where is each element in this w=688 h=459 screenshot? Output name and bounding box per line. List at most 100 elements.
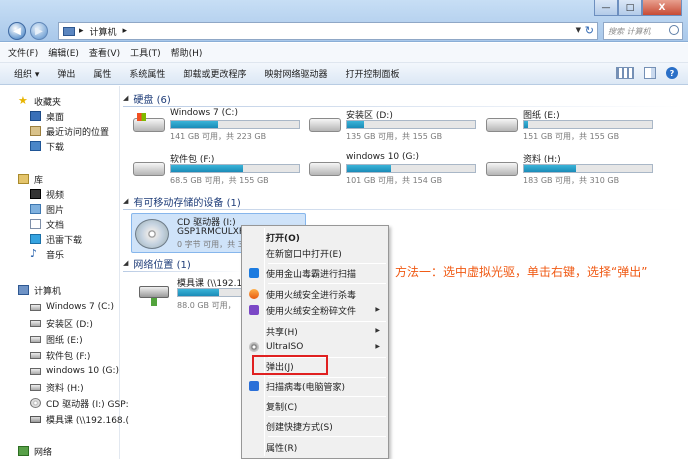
drive-size: 68.5 GB 可用，共 155 GB — [170, 176, 269, 185]
menu-file[interactable]: 文件(F) — [8, 46, 38, 59]
map-drive-button[interactable]: 映射网络驱动器 — [264, 67, 327, 80]
breadcrumb-computer[interactable]: 计算机 — [90, 25, 117, 38]
search-icon[interactable] — [669, 25, 679, 35]
network-drive-icon — [30, 415, 41, 423]
sidebar-item-drive-g[interactable]: windows 10 (G:) — [30, 364, 119, 378]
sidebar-item-documents[interactable]: 文档 — [30, 217, 64, 231]
drive-icon — [30, 351, 41, 359]
refresh-icon[interactable]: ↻ — [585, 24, 594, 37]
drive-tile-f[interactable]: 软件包 (F:) 68.5 GB 可用，共 155 GB — [125, 152, 305, 188]
menu-item-share[interactable]: 共享(H) ▶ — [244, 323, 386, 339]
sidebar-item-network-drive[interactable]: 模具课 (\\192.168.( — [30, 412, 129, 426]
menu-item-open-new-window[interactable]: 在新窗口中打开(E) — [244, 245, 386, 261]
video-icon — [30, 189, 41, 199]
breadcrumb-separator[interactable]: ▸ — [123, 26, 128, 36]
uninstall-button[interactable]: 卸载或更改程序 — [183, 67, 246, 80]
sidebar-item-label: windows 10 (G:) — [46, 366, 120, 376]
sidebar-item-drive-h[interactable]: 资料 (H:) — [30, 380, 84, 394]
drive-tile-e[interactable]: 图纸 (E:) 151 GB 可用，共 155 GB — [478, 108, 658, 144]
menu-item-label: 扫描病毒(电脑管家) — [266, 382, 346, 393]
desktop-icon — [30, 111, 41, 121]
recent-places-icon — [30, 126, 41, 136]
group-header-network[interactable]: ◢ 网络位置 (1) — [123, 256, 243, 272]
minimize-button[interactable]: — — [594, 0, 618, 16]
menu-help[interactable]: 帮助(H) — [171, 46, 203, 59]
organize-button[interactable]: 组织 ▾ — [14, 67, 39, 80]
menu-item-label: 使用金山毒霸进行扫描 — [266, 269, 357, 280]
drive-tile-c[interactable]: Windows 7 (C:) 141 GB 可用，共 223 GB — [125, 108, 305, 144]
collapse-icon[interactable]: ◢ — [123, 259, 128, 267]
menu-item-huorong-kill[interactable]: 使用火绒安全进行杀毒 — [244, 286, 386, 302]
instruction-annotation: 方法一：选中虚拟光驱，单击右键，选择“弹出” — [395, 265, 648, 279]
menu-item-copy[interactable]: 复制(C) — [244, 398, 386, 414]
group-header-removable[interactable]: ◢ 有可移动存储的设备 (1) — [123, 194, 683, 210]
sidebar-item-drive-c[interactable]: Windows 7 (C:) — [30, 300, 114, 314]
sidebar-item-desktop[interactable]: 桌面 — [30, 109, 64, 123]
menu-item-properties[interactable]: 属性(R) — [244, 439, 386, 455]
view-options-icon[interactable] — [616, 67, 634, 79]
menu-item-jinshan-scan[interactable]: 使用金山毒霸进行扫描 — [244, 265, 386, 281]
sidebar-item-computer[interactable]: 计算机 — [18, 283, 61, 297]
collapse-icon[interactable]: ◢ — [123, 197, 128, 205]
menu-item-ultraiso[interactable]: UltraISO ▶ — [244, 339, 386, 355]
sidebar-item-xunlei[interactable]: 迅雷下载 — [30, 232, 82, 246]
sidebar-item-network[interactable]: 网络 — [18, 444, 52, 458]
back-button[interactable]: ◀ — [8, 22, 26, 40]
sidebar-item-libraries[interactable]: 库 — [18, 172, 43, 186]
sidebar-item-cd-drive[interactable]: CD 驱动器 (I:) GSP: — [30, 396, 129, 410]
eject-highlight-box — [252, 355, 328, 375]
menu-item-label: UltraISO — [266, 342, 304, 352]
drive-size: 151 GB 可用，共 155 GB — [523, 132, 620, 141]
submenu-arrow-icon: ▶ — [375, 343, 380, 350]
menu-edit[interactable]: 编辑(E) — [48, 46, 79, 59]
address-bar[interactable]: ▸ 计算机 ▸ ▼ ↻ — [58, 22, 598, 40]
maximize-button[interactable]: □ — [618, 0, 642, 16]
menu-view[interactable]: 查看(V) — [89, 46, 120, 59]
forward-button[interactable]: ▶ — [30, 22, 48, 40]
drive-size: 135 GB 可用，共 155 GB — [346, 132, 443, 141]
menu-tools[interactable]: 工具(T) — [130, 46, 161, 59]
computer-icon — [18, 285, 29, 295]
collapse-icon[interactable]: ◢ — [123, 94, 128, 102]
help-icon[interactable]: ? — [666, 67, 678, 79]
sidebar-item-recent[interactable]: 最近访问的位置 — [30, 124, 109, 138]
drive-icon — [30, 319, 41, 327]
sidebar-item-favorites[interactable]: ★ 收藏夹 — [18, 94, 61, 108]
sidebar-item-downloads[interactable]: 下载 — [30, 139, 64, 153]
preview-pane-icon[interactable] — [644, 67, 656, 79]
sidebar-item-drive-e[interactable]: 图纸 (E:) — [30, 332, 83, 346]
command-bar: 组织 ▾ 弹出 属性 系统属性 卸载或更改程序 映射网络驱动器 打开控制面板 ? — [0, 63, 688, 85]
eject-button[interactable]: 弹出 — [57, 67, 75, 80]
sidebar-item-videos[interactable]: 视频 — [30, 187, 64, 201]
sidebar-item-drive-d[interactable]: 安装区 (D:) — [30, 316, 93, 330]
sidebar-item-pictures[interactable]: 图片 — [30, 202, 64, 216]
control-panel-button[interactable]: 打开控制面板 — [345, 67, 399, 80]
jinshan-shield-icon — [249, 268, 259, 278]
menu-item-open[interactable]: 打开(O) — [244, 229, 386, 245]
menu-item-create-shortcut[interactable]: 创建快捷方式(S) — [244, 418, 386, 434]
sidebar-item-music[interactable]: ♪ 音乐 — [30, 247, 64, 261]
breadcrumb-separator[interactable]: ▸ — [79, 26, 84, 36]
system-properties-button[interactable]: 系统属性 — [129, 67, 165, 80]
drive-usage-bar — [170, 120, 300, 129]
drive-size: 101 GB 可用，共 154 GB — [346, 176, 443, 185]
properties-button[interactable]: 属性 — [93, 67, 111, 80]
submenu-arrow-icon: ▶ — [375, 306, 380, 313]
drive-icon — [309, 118, 341, 132]
menu-item-label: 打开(O) — [266, 233, 300, 244]
close-button[interactable]: X — [642, 0, 682, 16]
drive-usage-fill — [171, 121, 219, 128]
menu-item-huorong-shred[interactable]: 使用火绒安全粉碎文件 ▶ — [244, 302, 386, 318]
group-header-hdd[interactable]: ◢ 硬盘 (6) — [123, 91, 683, 107]
drive-usage-fill — [347, 121, 364, 128]
search-input[interactable]: 搜索 计算机 — [603, 22, 683, 40]
sidebar-item-label: 计算机 — [34, 286, 62, 297]
drive-tile-h[interactable]: 资料 (H:) 183 GB 可用，共 310 GB — [478, 152, 658, 188]
search-placeholder: 搜索 计算机 — [608, 26, 651, 36]
menu-item-label: 使用火绒安全进行杀毒 — [266, 290, 357, 301]
menu-item-virus-scan[interactable]: 扫描病毒(电脑管家) — [244, 378, 386, 394]
drive-tile-g[interactable]: windows 10 (G:) 101 GB 可用，共 154 GB — [301, 152, 481, 188]
sidebar-item-drive-f[interactable]: 软件包 (F:) — [30, 348, 90, 362]
address-dropdown-icon[interactable]: ▼ — [576, 26, 581, 34]
drive-tile-d[interactable]: 安装区 (D:) 135 GB 可用，共 155 GB — [301, 108, 481, 144]
